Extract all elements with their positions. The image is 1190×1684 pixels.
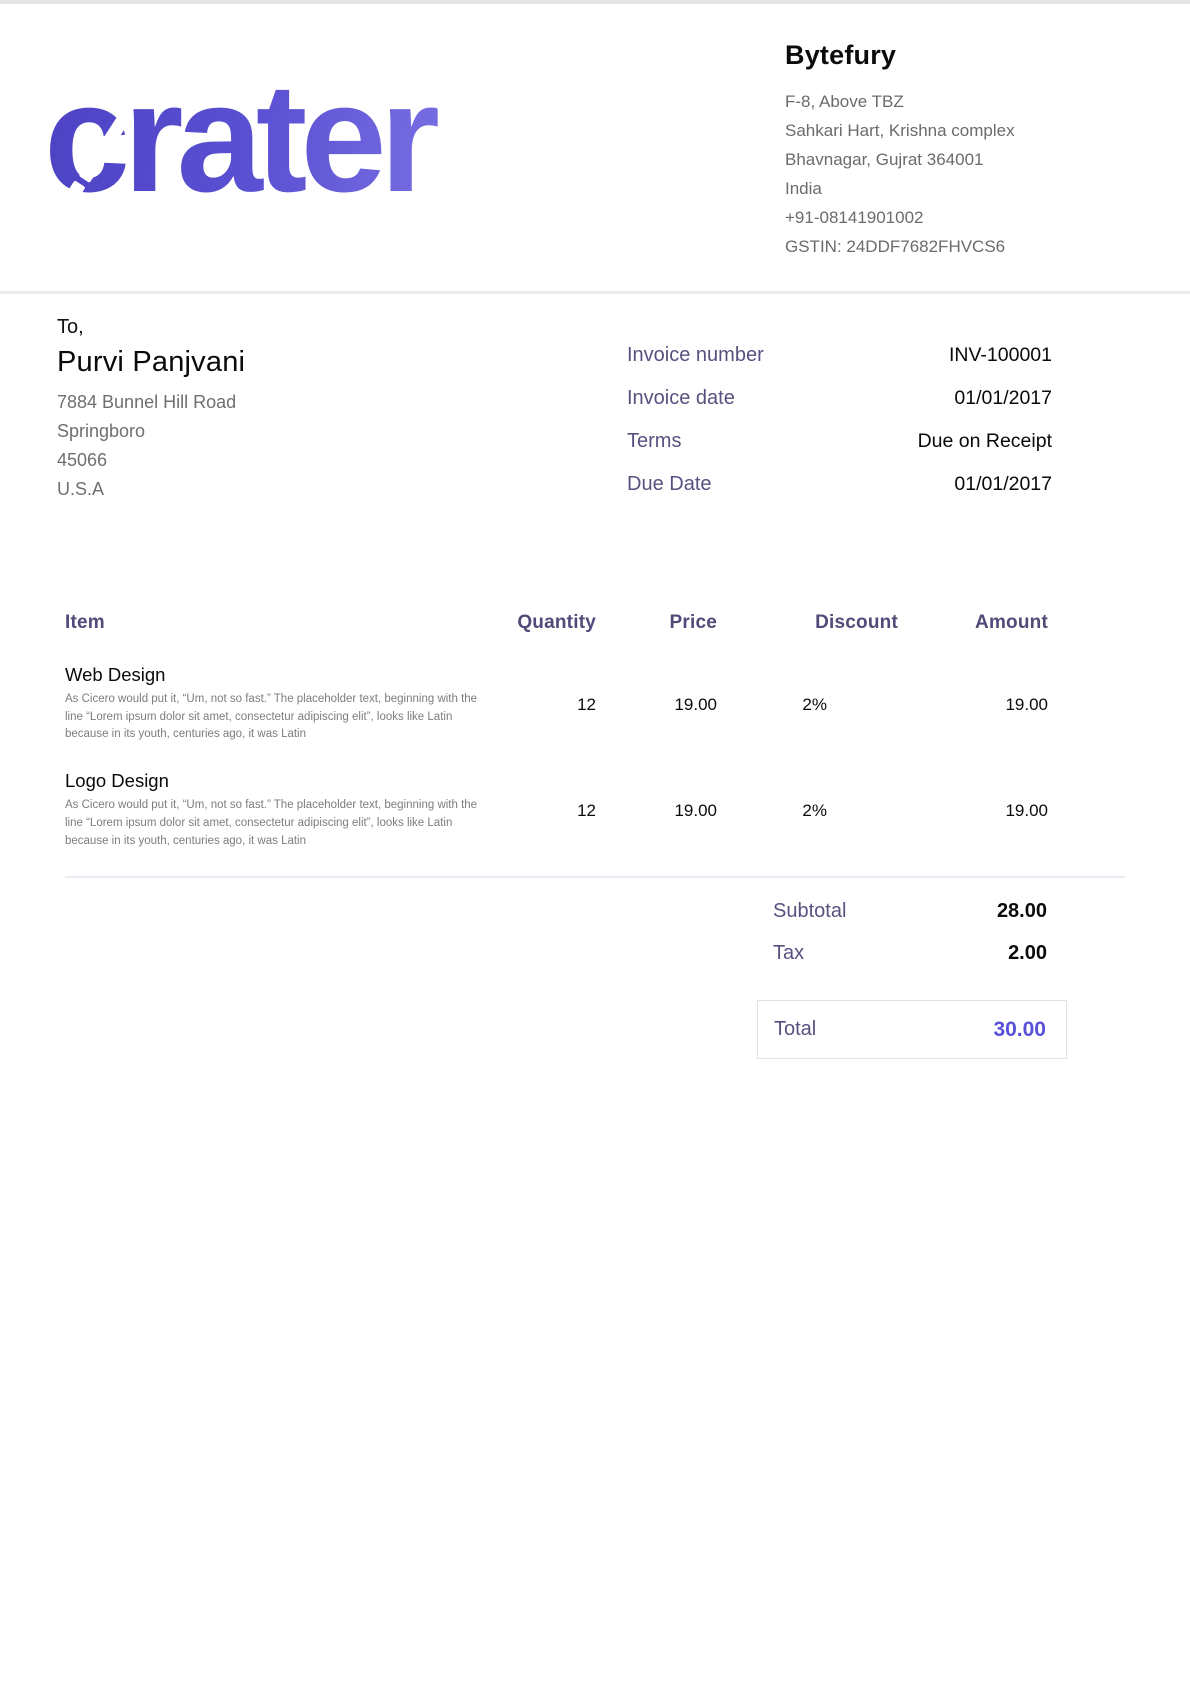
table-row: Web Design As Cicero would put it, “Um, … (65, 664, 1125, 744)
total-box: Total 30.00 (757, 1000, 1067, 1059)
items-table-header: Item Quantity Price Discount Amount (65, 612, 1125, 634)
company-phone: +91-08141901002 (785, 203, 1115, 232)
invoice-date-label: Invoice date (627, 387, 735, 410)
column-header-price: Price (596, 612, 717, 634)
tax-row: Tax 2.00 (757, 932, 1067, 974)
company-block: Bytefury F-8, Above TBZ Sahkari Hart, Kr… (785, 40, 1115, 261)
item-name: Web Design (65, 664, 485, 686)
customer-address-line: U.S.A (57, 475, 477, 504)
item-quantity: 12 (485, 664, 596, 744)
item-price: 19.00 (596, 664, 717, 744)
subtotal-row: Subtotal 28.00 (757, 890, 1067, 932)
customer-address: 7884 Bunnel Hill Road Springboro 45066 U… (57, 388, 477, 504)
item-amount: 19.00 (898, 770, 1048, 850)
column-header-quantity: Quantity (485, 612, 596, 634)
customer-name: Purvi Panjvani (57, 346, 477, 379)
due-date-label: Due Date (627, 473, 712, 496)
customer-address-line: Springboro (57, 417, 477, 446)
item-discount: 2% (717, 664, 898, 744)
item-quantity: 12 (485, 770, 596, 850)
items-table: Item Quantity Price Discount Amount Web … (65, 612, 1125, 878)
company-address-line: Sahkari Hart, Krishna complex (785, 116, 1115, 145)
company-address-line: F-8, Above TBZ (785, 87, 1115, 116)
table-row: Logo Design As Cicero would put it, “Um,… (65, 770, 1125, 850)
item-description: As Cicero would put it, “Um, not so fast… (65, 691, 483, 744)
company-gstin: GSTIN: 24DDF7682FHVCS6 (785, 232, 1115, 261)
terms-value: Due on Receipt (918, 430, 1052, 453)
invoice-page: crater Bytefury F-8, Above TBZ Sahkari H… (0, 0, 1190, 1684)
tax-label: Tax (773, 942, 804, 965)
terms-row: Terms Due on Receipt (627, 420, 1052, 463)
tax-value: 2.00 (1008, 942, 1047, 965)
customer-address-line: 7884 Bunnel Hill Road (57, 388, 477, 417)
invoice-number-row: Invoice number INV-100001 (627, 334, 1052, 377)
company-name: Bytefury (785, 40, 1115, 71)
bill-to-block: To, Purvi Panjvani 7884 Bunnel Hill Road… (57, 316, 477, 504)
invoice-header: crater Bytefury F-8, Above TBZ Sahkari H… (0, 4, 1190, 294)
invoice-number-label: Invoice number (627, 344, 764, 367)
company-address-line: India (785, 174, 1115, 203)
item-cell: Web Design As Cicero would put it, “Um, … (65, 664, 485, 744)
due-date-row: Due Date 01/01/2017 (627, 463, 1052, 506)
customer-address-line: 45066 (57, 446, 477, 475)
item-cell: Logo Design As Cicero would put it, “Um,… (65, 770, 485, 850)
subtotal-label: Subtotal (773, 900, 846, 923)
item-discount: 2% (717, 770, 898, 850)
item-name: Logo Design (65, 770, 485, 792)
total-value: 30.00 (993, 1018, 1046, 1042)
invoice-meta: Invoice number INV-100001 Invoice date 0… (627, 334, 1052, 506)
item-description: As Cicero would put it, “Um, not so fast… (65, 797, 483, 850)
item-price: 19.00 (596, 770, 717, 850)
invoice-date-value: 01/01/2017 (954, 387, 1052, 410)
crater-logo: crater (44, 38, 514, 238)
total-label: Total (774, 1018, 816, 1041)
company-address: F-8, Above TBZ Sahkari Hart, Krishna com… (785, 87, 1115, 261)
item-amount: 19.00 (898, 664, 1048, 744)
due-date-value: 01/01/2017 (954, 473, 1052, 496)
invoice-date-row: Invoice date 01/01/2017 (627, 377, 1052, 420)
subtotal-value: 28.00 (997, 900, 1047, 923)
company-address-line: Bhavnagar, Gujrat 364001 (785, 145, 1115, 174)
terms-label: Terms (627, 430, 681, 453)
column-header-amount: Amount (898, 612, 1048, 634)
column-header-discount: Discount (717, 612, 898, 634)
totals-block: Subtotal 28.00 Tax 2.00 Total 30.00 (757, 890, 1067, 1059)
invoice-number-value: INV-100001 (949, 344, 1052, 367)
column-header-item: Item (65, 612, 485, 634)
bill-to-label: To, (57, 316, 477, 339)
table-divider (65, 876, 1125, 878)
